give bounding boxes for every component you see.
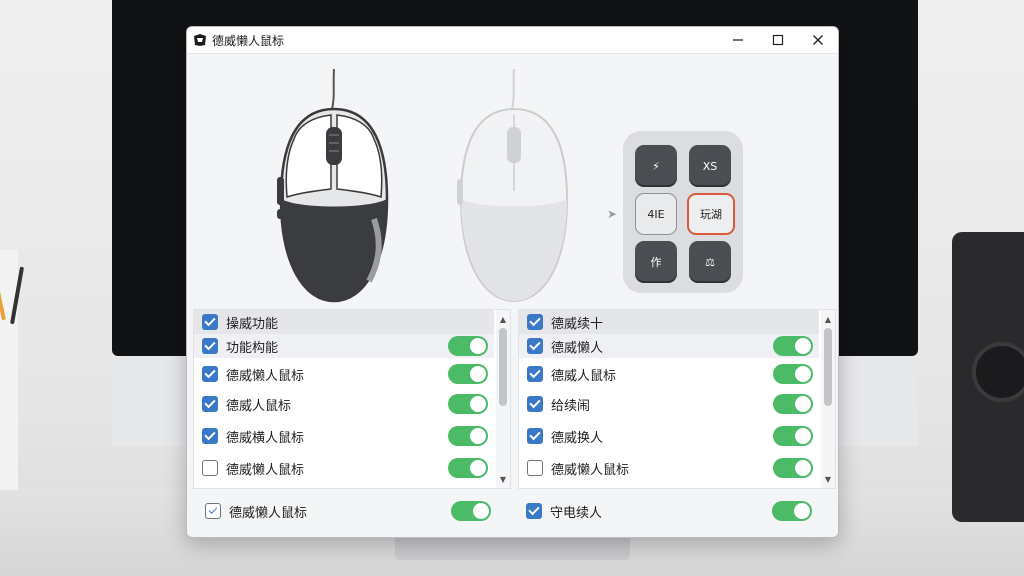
item-toggle[interactable] <box>773 394 813 414</box>
header-checkbox[interactable] <box>527 314 543 330</box>
footer-checkbox[interactable] <box>205 503 221 519</box>
item-checkbox[interactable] <box>202 460 218 476</box>
footer-label: 守电续人 <box>550 505 603 521</box>
item-toggle[interactable] <box>448 394 488 414</box>
item-toggle[interactable] <box>773 336 813 356</box>
item-checkbox[interactable] <box>527 366 543 382</box>
item-checkbox[interactable] <box>527 428 543 444</box>
maximize-button[interactable] <box>758 27 798 54</box>
list-header[interactable]: 操威功能 <box>194 310 494 334</box>
item-toggle[interactable] <box>773 364 813 384</box>
minimize-icon <box>733 39 743 41</box>
scroll-thumb[interactable] <box>824 328 832 406</box>
scroll-down-icon[interactable]: ▼ <box>496 472 510 486</box>
mouse-illustration-area: ➤ ⚡ XS 4IE 玩湖 作 ⚖ <box>187 55 838 307</box>
item-checkbox[interactable] <box>527 396 543 412</box>
left-feature-list: 操威功能 功能构能 德威懒人鼠标 德威人鼠标 德威横人鼠标 德威懒人鼠标 ▲ ▼ <box>193 309 511 489</box>
item-checkbox[interactable] <box>527 460 543 476</box>
footer-row-right[interactable]: 守电续人 <box>518 497 818 525</box>
mouse-faded-icon <box>457 69 569 303</box>
footer-label: 德威懒人鼠标 <box>229 505 308 521</box>
list-item[interactable]: 德威懒人 <box>519 334 819 358</box>
item-toggle[interactable] <box>773 458 813 478</box>
key-balance[interactable]: ⚖ <box>689 241 731 283</box>
keypad-panel: ⚡ XS 4IE 玩湖 作 ⚖ <box>623 131 743 293</box>
key-zuo[interactable]: 作 <box>635 241 677 283</box>
item-toggle[interactable] <box>448 426 488 446</box>
header-label: 德威续十 <box>551 316 604 332</box>
key-flash[interactable]: ⚡ <box>635 145 677 187</box>
list-item[interactable]: 德威横人鼠标 <box>194 424 494 448</box>
list-item[interactable]: 德威人鼠标 <box>194 392 494 416</box>
maximize-icon <box>772 34 784 46</box>
item-label: 德威横人鼠标 <box>226 430 305 446</box>
right-feature-list: 德威续十 德威懒人 德威人鼠标 给续闹 德威换人 德威懒人鼠标 ▲ ▼ <box>518 309 836 489</box>
key-highlighted[interactable]: 玩湖 <box>687 193 735 235</box>
scrollbar[interactable]: ▲ ▼ <box>821 310 835 488</box>
key-xs[interactable]: XS <box>689 145 731 187</box>
window-title: 德威懒人鼠标 <box>212 33 285 48</box>
list-item[interactable]: 德威懒人鼠标 <box>194 362 494 386</box>
minimize-button[interactable] <box>718 27 758 54</box>
item-toggle[interactable] <box>448 458 488 478</box>
item-label: 德威换人 <box>551 430 604 446</box>
item-checkbox[interactable] <box>202 366 218 382</box>
item-checkbox[interactable] <box>202 338 218 354</box>
item-toggle[interactable] <box>448 364 488 384</box>
speaker-cone <box>972 342 1024 402</box>
footer-row-left[interactable]: 德威懒人鼠标 <box>197 497 497 525</box>
item-label: 德威人鼠标 <box>226 398 292 414</box>
app-logo-icon <box>193 33 207 47</box>
item-label: 德威懒人鼠标 <box>551 462 630 478</box>
footer-toggle[interactable] <box>772 501 812 521</box>
list-item[interactable]: 德威换人 <box>519 424 819 448</box>
scroll-thumb[interactable] <box>499 328 507 406</box>
list-item[interactable]: 德威懒人鼠标 <box>194 456 494 480</box>
app-window: 德威懒人鼠标 ➤ ⚡ XS 4IE 玩湖 作 ⚖ 操威功能 功能构能 德威懒人鼠… <box>186 26 839 538</box>
item-checkbox[interactable] <box>527 338 543 354</box>
item-label: 给续闹 <box>551 398 591 414</box>
item-toggle[interactable] <box>773 426 813 446</box>
header-label: 操威功能 <box>226 316 279 332</box>
item-label: 德威懒人鼠标 <box>226 368 305 384</box>
scroll-up-icon[interactable]: ▲ <box>821 312 835 326</box>
pointer-arrow-icon: ➤ <box>607 207 618 221</box>
item-checkbox[interactable] <box>202 396 218 412</box>
list-item[interactable]: 给续闹 <box>519 392 819 416</box>
speaker <box>952 232 1024 522</box>
mouse-dark-icon <box>277 69 389 303</box>
item-label: 德威懒人鼠标 <box>226 462 305 478</box>
footer-checkbox[interactable] <box>526 503 542 519</box>
item-label: 德威人鼠标 <box>551 368 617 384</box>
header-checkbox[interactable] <box>202 314 218 330</box>
pens <box>0 262 28 325</box>
scroll-down-icon[interactable]: ▼ <box>821 472 835 486</box>
scrollbar[interactable]: ▲ ▼ <box>496 310 510 488</box>
close-icon <box>813 35 823 45</box>
title-bar[interactable]: 德威懒人鼠标 <box>187 27 838 54</box>
item-label: 德威懒人 <box>551 340 604 356</box>
close-button[interactable] <box>798 27 838 54</box>
item-label: 功能构能 <box>226 340 279 356</box>
key-4ie[interactable]: 4IE <box>635 193 677 235</box>
item-toggle[interactable] <box>448 336 488 356</box>
list-item[interactable]: 功能构能 <box>194 334 494 358</box>
footer-toggle[interactable] <box>451 501 491 521</box>
item-checkbox[interactable] <box>202 428 218 444</box>
list-header[interactable]: 德威续十 <box>519 310 819 334</box>
list-item[interactable]: 德威人鼠标 <box>519 362 819 386</box>
list-item[interactable]: 德威懒人鼠标 <box>519 456 819 480</box>
scroll-up-icon[interactable]: ▲ <box>496 312 510 326</box>
